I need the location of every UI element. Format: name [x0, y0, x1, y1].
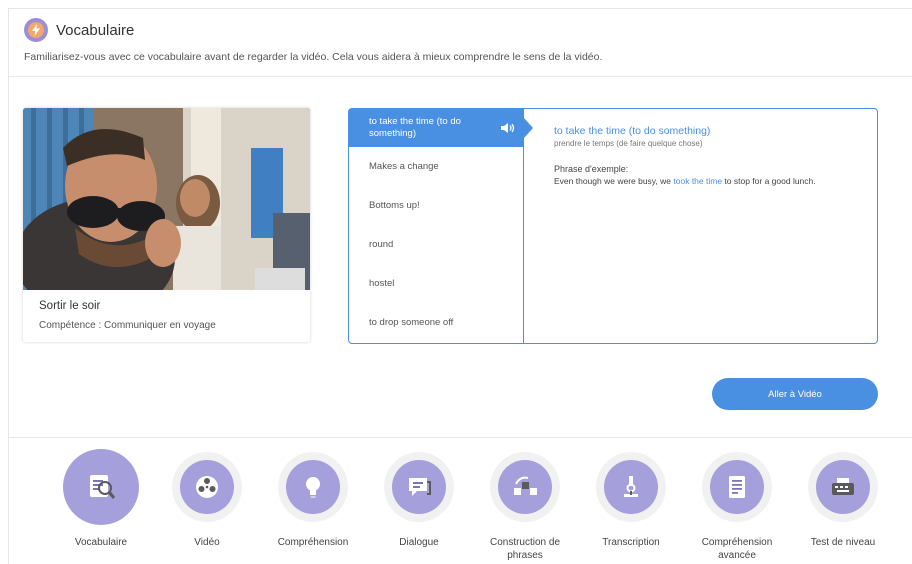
example-highlight: took the time — [673, 176, 723, 186]
step-transcription[interactable]: Transcription — [578, 452, 684, 549]
speech-bubble-icon — [392, 460, 446, 514]
example-text-after: to stop for a good lunch. — [722, 176, 816, 186]
go-to-video-button[interactable]: Aller à Vidéo — [712, 378, 878, 410]
step-dialogue[interactable]: Dialogue — [366, 452, 472, 549]
detail-term: to take the time (to do something) — [554, 125, 711, 137]
word-label: Makes a change — [369, 161, 439, 172]
step-circle[interactable] — [384, 452, 454, 522]
step-vocabulary[interactable]: Vocabulaire — [48, 449, 154, 549]
page-header: Vocabulaire — [24, 18, 134, 42]
page-subtitle: Familiarisez-vous avec ce vocabulaire av… — [24, 51, 603, 63]
step-level-test[interactable]: Test de niveau — [790, 452, 896, 549]
detail-translation: prendre le temps (de faire quelque chose… — [554, 139, 703, 148]
step-label: Vocabulaire — [74, 537, 128, 548]
step-circle[interactable] — [808, 452, 878, 522]
microscope-icon — [604, 460, 658, 514]
video-skill: Compétence : Communiquer en voyage — [39, 320, 216, 331]
word-label: hostel — [369, 278, 395, 289]
step-circle[interactable] — [702, 452, 772, 522]
document-icon — [710, 460, 764, 514]
step-circle[interactable] — [278, 452, 348, 522]
page-title: Vocabulaire — [56, 21, 135, 39]
header-divider — [9, 76, 912, 77]
example-sentence: Even though we were busy, we took the ti… — [554, 176, 864, 186]
lesson-steps: Vocabulaire Vidéo Compréhension Dialogue… — [48, 449, 896, 564]
step-label: Test de niveau — [810, 537, 876, 548]
step-advanced-comprehension[interactable]: Compréhension avancée — [684, 452, 790, 562]
step-sentence-construction[interactable]: Construction de phrases — [472, 452, 578, 562]
word-list: to take the time (to do something) Makes… — [349, 109, 533, 343]
word-detail: to take the time (to do something) prend… — [554, 125, 864, 186]
step-circle[interactable] — [63, 449, 139, 525]
step-label: Compréhension avancée — [701, 537, 773, 561]
vocabulary-magnifier-icon — [74, 460, 128, 514]
example-text-before: Even though we were busy, we — [554, 176, 674, 186]
step-label: Compréhension — [277, 537, 349, 548]
word-item[interactable]: Bottoms up! — [349, 186, 524, 225]
word-label: Bottoms up! — [369, 200, 420, 211]
video-card[interactable]: Sortir le soir Compétence : Communiquer … — [23, 108, 310, 342]
word-item[interactable]: round — [349, 225, 524, 264]
word-label: round — [369, 239, 394, 250]
word-item[interactable]: Makes a change — [349, 147, 524, 186]
vocabulary-panel: to take the time (to do something) Makes… — [348, 108, 878, 344]
example-label: Phrase d'exemple: — [554, 164, 629, 174]
video-title: Sortir le soir — [39, 300, 101, 312]
lightbulb-icon — [286, 460, 340, 514]
step-circle[interactable] — [596, 452, 666, 522]
active-arrow — [524, 118, 533, 138]
lightning-icon — [24, 18, 48, 42]
sentence-builder-icon — [498, 460, 552, 514]
step-circle[interactable] — [172, 452, 242, 522]
word-item-active[interactable]: to take the time (to do something) — [349, 109, 533, 147]
video-thumbnail[interactable] — [23, 108, 310, 290]
step-label: Construction de phrases — [489, 537, 561, 561]
step-circle[interactable] — [490, 452, 560, 522]
typewriter-icon — [816, 460, 870, 514]
step-video[interactable]: Vidéo — [154, 452, 260, 549]
word-item[interactable]: hostel — [349, 264, 524, 303]
speaker-icon[interactable] — [500, 122, 516, 134]
steps-divider — [9, 437, 912, 438]
word-item[interactable]: to drop someone off — [349, 303, 524, 342]
step-label: Transcription — [602, 537, 660, 548]
step-label: Dialogue — [399, 537, 439, 548]
film-reel-icon — [180, 460, 234, 514]
step-label: Vidéo — [194, 537, 220, 548]
step-comprehension[interactable]: Compréhension — [260, 452, 366, 549]
word-label: to drop someone off — [369, 317, 454, 328]
word-label: to take the time (to do something) — [369, 116, 461, 139]
